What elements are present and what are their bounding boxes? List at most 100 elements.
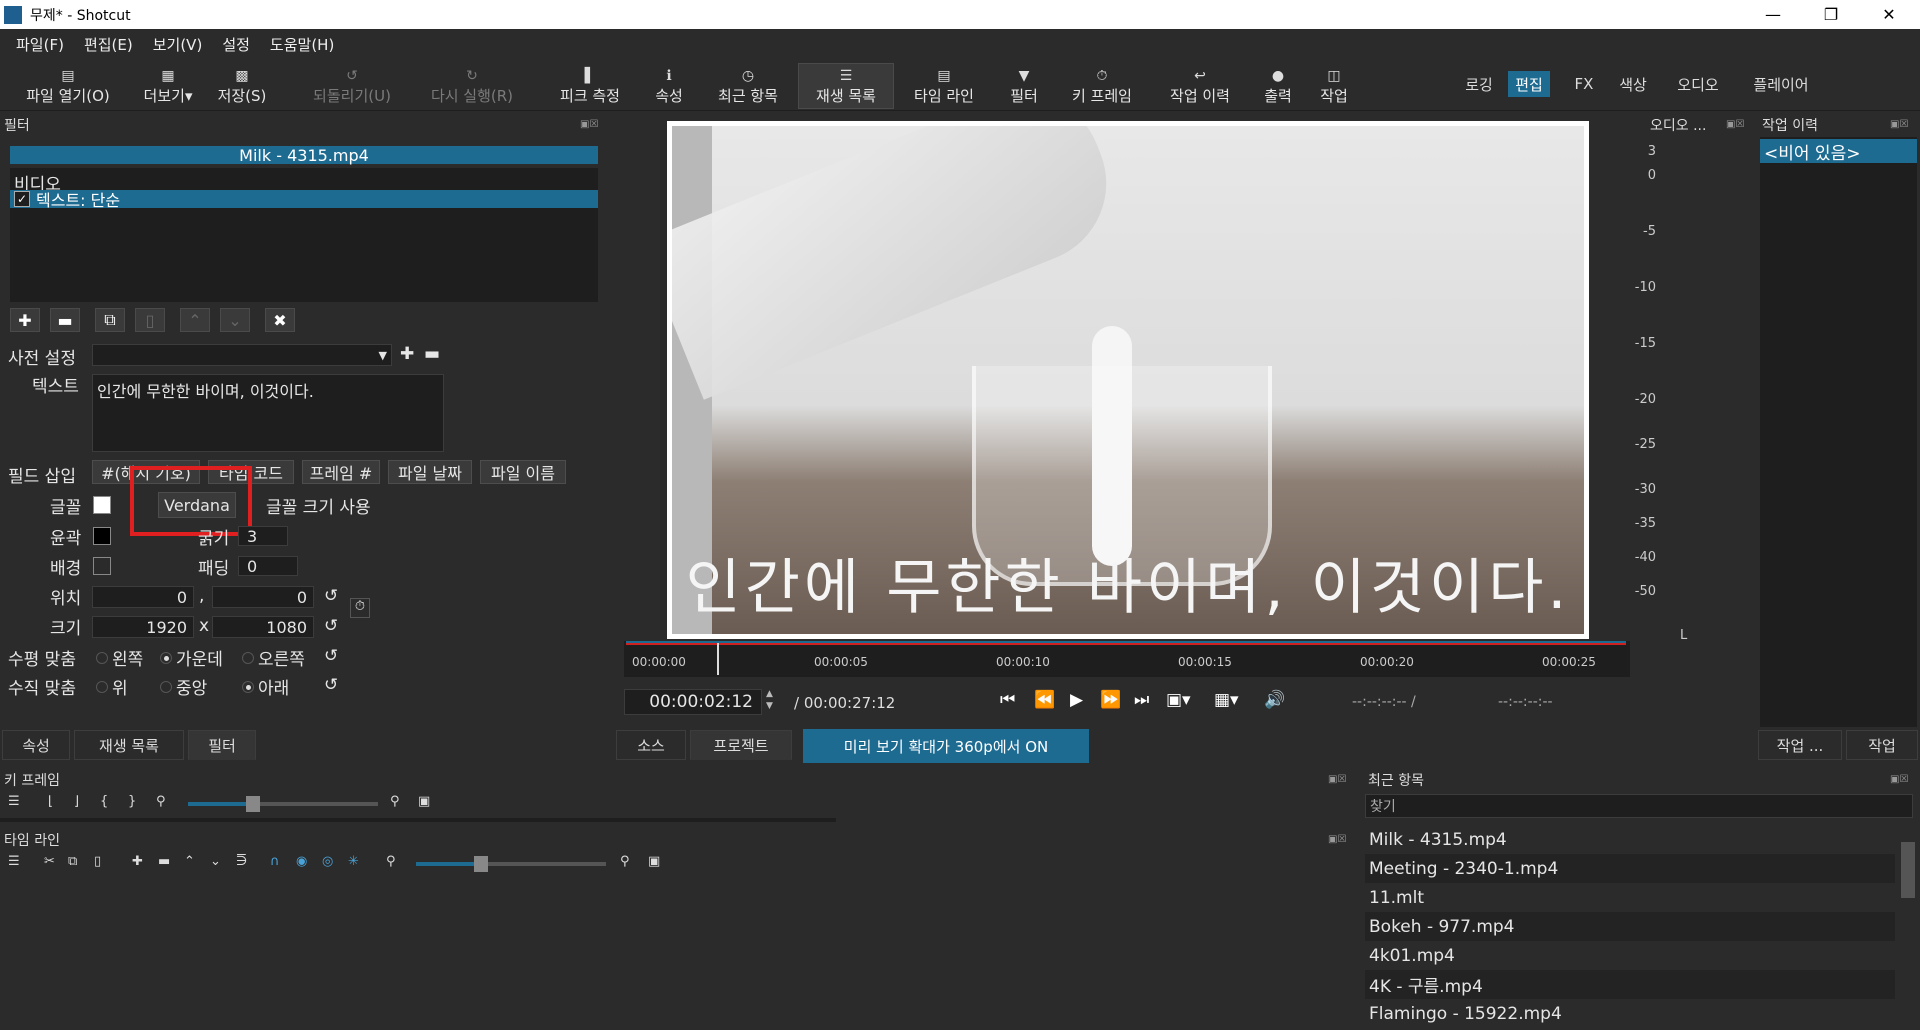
font-color-swatch[interactable]: [93, 496, 111, 514]
save-preset-icon[interactable]: ✚: [400, 344, 414, 364]
timeline-button[interactable]: ▤ 타임 라인: [904, 63, 984, 109]
menu-help[interactable]: 도움말(H): [260, 34, 344, 55]
keyframes-zoom-slider[interactable]: [188, 796, 378, 812]
append-icon[interactable]: ✚: [132, 854, 143, 869]
bracket-icon[interactable]: ⌊: [48, 794, 53, 809]
bracket-icon[interactable]: ⌋: [74, 794, 79, 809]
properties-button[interactable]: ℹ 속성: [644, 63, 694, 109]
playhead[interactable]: [717, 643, 719, 675]
timecode-input[interactable]: 00:00:02:12: [624, 689, 762, 715]
menu-edit[interactable]: 편집(E): [74, 34, 143, 55]
minimize-button[interactable]: —: [1744, 0, 1802, 29]
halign-left-radio[interactable]: [96, 652, 108, 664]
peak-meter-button[interactable]: ▌ 피크 측정: [550, 63, 630, 109]
tab-project[interactable]: 프로젝트: [690, 730, 792, 760]
list-item[interactable]: Milk - 4315.mp4: [1365, 825, 1895, 854]
deselect-filter-button[interactable]: ✖: [265, 308, 295, 332]
history-item-empty[interactable]: <비어 있음>: [1760, 139, 1917, 164]
timecode-spin-arrows[interactable]: ▲ ▼: [766, 688, 773, 712]
zoom-fit-icon[interactable]: ▣: [648, 854, 660, 869]
close-button[interactable]: ✕: [1860, 0, 1918, 29]
reset-valign-icon[interactable]: ↺: [324, 675, 338, 695]
play-icon[interactable]: ▶: [1070, 690, 1083, 710]
timeline-zoom-slider[interactable]: [416, 856, 606, 872]
recent-search-input[interactable]: 찾기: [1365, 794, 1913, 818]
open-file-button[interactable]: ▤ 파일 열기(O): [18, 63, 118, 109]
delete-preset-icon[interactable]: ▬: [424, 344, 440, 364]
scrollbar-thumb[interactable]: [1901, 842, 1915, 898]
split-icon[interactable]: ⋽: [236, 854, 247, 869]
history-jobs-tab-2[interactable]: 작업: [1846, 730, 1918, 760]
preview-scale-banner[interactable]: 미리 보기 확대가 360p에서 ON: [803, 729, 1089, 763]
restore-button[interactable]: ❐: [1802, 0, 1860, 29]
text-input[interactable]: 인간에 무한한 바이며, 이것이다.: [92, 374, 444, 452]
preset-combobox[interactable]: ▼: [92, 344, 392, 366]
history-jobs-tab[interactable]: 작업 ...: [1758, 730, 1842, 760]
menu-view[interactable]: 보기(V): [143, 34, 213, 55]
outline-color-swatch[interactable]: [93, 527, 111, 545]
keyframes-button[interactable]: ⏱ 키 프레임: [1062, 63, 1142, 109]
workspace-color[interactable]: 색상: [1612, 71, 1654, 97]
export-button[interactable]: ● 출력: [1256, 63, 1300, 109]
skip-next-icon[interactable]: ⏭: [1134, 690, 1149, 710]
halign-right-radio[interactable]: [242, 652, 254, 664]
filters-button[interactable]: ▼ 필터: [1002, 63, 1046, 109]
ripple-all-icon[interactable]: ✳: [348, 854, 359, 869]
audio-dock-buttons[interactable]: ▣☒: [1726, 119, 1744, 130]
workspace-logging[interactable]: 로깅: [1458, 71, 1500, 97]
zoom-in-icon[interactable]: ⚲: [620, 854, 630, 869]
paste-filter-button[interactable]: ▯: [135, 308, 165, 332]
lift-icon[interactable]: ⌃: [184, 854, 195, 869]
insert-file-name-button[interactable]: 파일 이름: [480, 460, 566, 484]
menu-icon[interactable]: ☰: [8, 794, 20, 809]
size-width-input[interactable]: 1920: [92, 616, 194, 638]
thickness-spinbox[interactable]: 3: [238, 526, 288, 546]
list-item[interactable]: Meeting - 2340-1.mp4: [1365, 854, 1895, 883]
snap-icon[interactable]: ∩: [270, 854, 280, 869]
jobs-button[interactable]: ◫ 작업: [1312, 63, 1356, 109]
zoom-out-icon[interactable]: ⚲: [386, 854, 396, 869]
zoom-slider-handle[interactable]: [474, 856, 488, 872]
undo-button[interactable]: ↺ 되돌리기(U): [302, 63, 402, 109]
filter-enabled-checkbox[interactable]: ✓: [14, 191, 30, 207]
skip-previous-icon[interactable]: ⏮: [1000, 690, 1015, 710]
reset-position-icon[interactable]: ↺: [324, 586, 338, 606]
insert-file-date-button[interactable]: 파일 날짜: [388, 460, 472, 484]
workspace-audio[interactable]: 오디오: [1670, 71, 1726, 97]
volume-icon[interactable]: 🔊: [1264, 690, 1285, 710]
list-item[interactable]: 4K - 구름.mp4: [1365, 970, 1895, 999]
menu-icon[interactable]: ☰: [8, 854, 20, 869]
player-scrubber[interactable]: 00:00:00 00:00:05 00:00:10 00:00:15 00:0…: [624, 641, 1630, 677]
tab-filters[interactable]: 필터: [188, 730, 256, 760]
list-item[interactable]: 4k01.mp4: [1365, 941, 1895, 970]
size-height-input[interactable]: 1080: [212, 616, 314, 638]
brace-icon[interactable]: {: [100, 794, 108, 809]
rewind-icon[interactable]: ⏪: [1034, 690, 1055, 710]
dock-float-close-icon[interactable]: ▣☒: [580, 119, 598, 130]
overwrite-icon[interactable]: ⌄: [210, 854, 221, 869]
keyframes-dock-buttons[interactable]: ▣☒: [1328, 774, 1346, 785]
zoom-out-icon[interactable]: ⚲: [156, 794, 166, 809]
filter-item-text-simple[interactable]: ✓ 텍스트: 단순: [10, 190, 598, 210]
copy-icon[interactable]: ⧉: [68, 854, 77, 869]
zoom-slider-handle[interactable]: [246, 796, 260, 812]
fast-forward-icon[interactable]: ⏩: [1100, 690, 1121, 710]
history-button[interactable]: ↩ 작업 이력: [1160, 63, 1240, 109]
save-button[interactable]: ▩ 저장(S): [212, 63, 272, 109]
zoom-in-icon[interactable]: ⚲: [390, 794, 400, 809]
recent-dock-buttons[interactable]: ▣☒: [1890, 774, 1908, 785]
move-up-button[interactable]: ⌃: [180, 308, 210, 332]
padding-spinbox[interactable]: 0: [238, 556, 298, 576]
add-filter-button[interactable]: ✚: [10, 308, 40, 332]
remove-filter-button[interactable]: ▬: [50, 308, 80, 332]
brace-icon[interactable]: }: [128, 794, 136, 809]
move-down-button[interactable]: ⌄: [220, 308, 250, 332]
list-item[interactable]: Flamingo - 15922.mp4: [1365, 999, 1895, 1028]
cut-icon[interactable]: ✂: [44, 854, 55, 869]
zoom-icon[interactable]: ▣▾: [1166, 690, 1191, 710]
paste-icon[interactable]: ▯: [94, 854, 101, 869]
position-x-input[interactable]: 0: [92, 586, 194, 608]
list-item[interactable]: Bokeh - 977.mp4: [1365, 912, 1895, 941]
more-button[interactable]: ▦ 더보기▾: [138, 63, 198, 109]
position-y-input[interactable]: 0: [212, 586, 314, 608]
